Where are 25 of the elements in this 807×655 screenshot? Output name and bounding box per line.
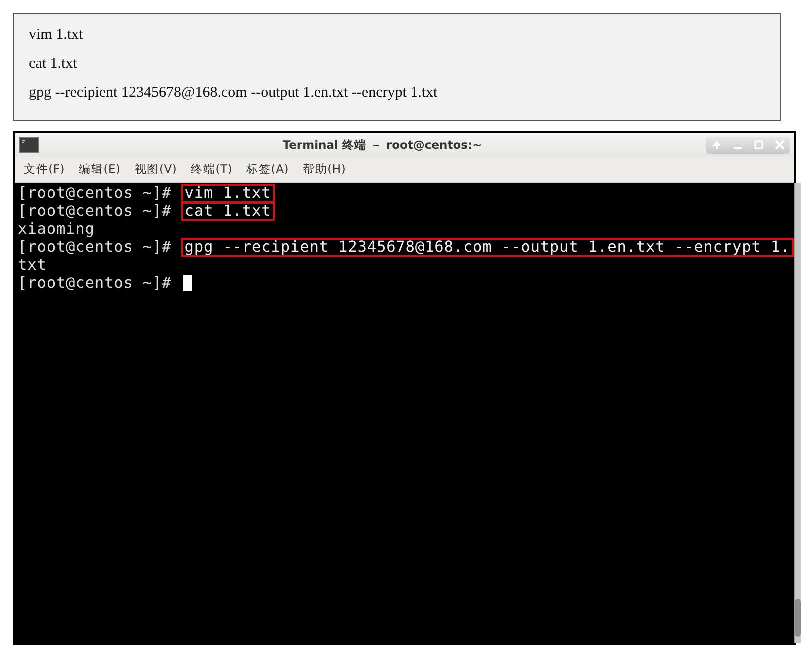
command-text: gpg --recipient 12345678@168.com --output 1.en.txt --encrypt 1. <box>180 238 794 256</box>
output-text: txt <box>18 256 47 274</box>
prompt-text: [root@centos ~]# <box>18 202 172 220</box>
menu-item[interactable]: 文件(F) <box>24 162 66 177</box>
menu-item[interactable]: 视图(V) <box>134 162 178 177</box>
maximize-button[interactable] <box>754 140 764 150</box>
close-button[interactable] <box>774 140 784 150</box>
menu-item[interactable]: 帮助(H) <box>303 162 346 177</box>
command-line: cat 1.txt <box>29 55 78 73</box>
text-cursor <box>182 275 192 291</box>
scrollbar[interactable] <box>794 183 802 643</box>
prompt-text: [root@centos ~]# <box>18 184 172 202</box>
terminal-icon <box>19 137 39 153</box>
menu-item[interactable]: 编辑(E) <box>79 162 121 177</box>
command-line: vim 1.txt <box>29 26 84 44</box>
command-text: vim 1.txt <box>180 184 276 202</box>
prompt-text: [root@centos ~]# <box>18 238 172 256</box>
command-text: cat 1.txt <box>180 202 276 220</box>
prompt-text: [root@centos ~]# <box>18 274 172 292</box>
command-line: gpg --recipient 12345678@168.com --output 1.en.txt --encrypt 1.txt <box>29 84 439 102</box>
output-text: xiaoming <box>18 220 95 238</box>
window-title: Terminal 终端 － root@centos:~ <box>282 138 484 152</box>
shade-button[interactable] <box>712 140 722 150</box>
menu-item[interactable]: 终端(T) <box>191 162 233 177</box>
menu-item[interactable]: 标签(A) <box>246 162 290 177</box>
